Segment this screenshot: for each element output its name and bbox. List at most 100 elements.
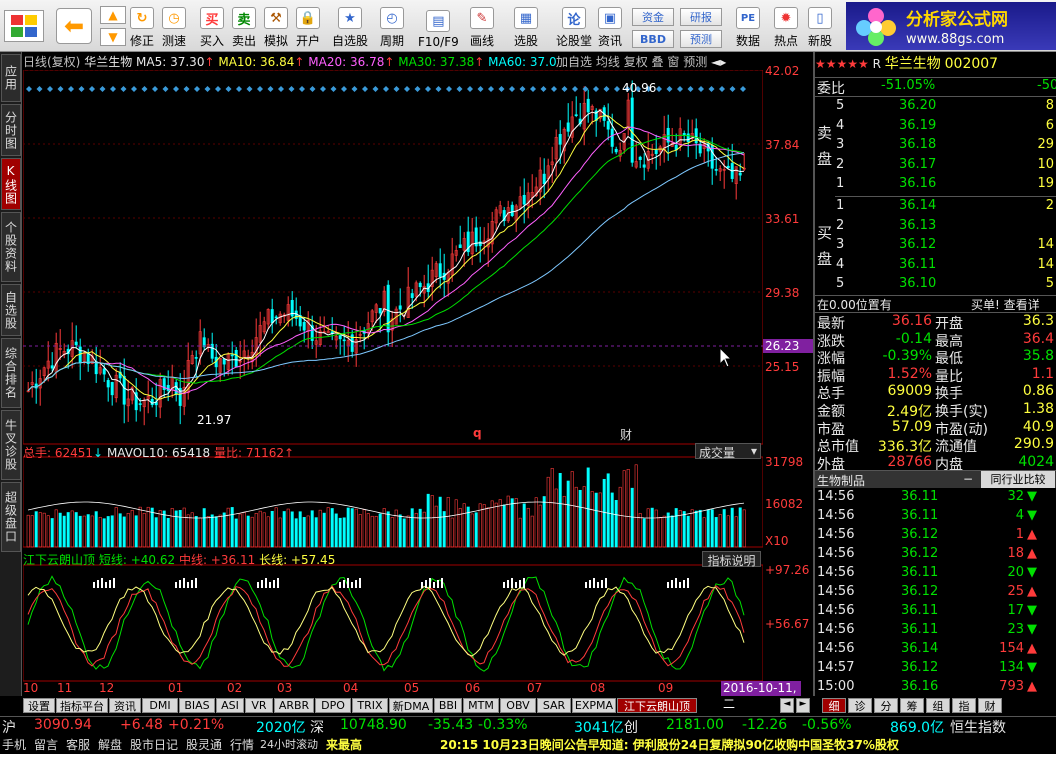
stat-row: 涨幅 -0.39% 最低 35.8 xyxy=(817,348,1054,368)
right-tab[interactable]: 分 xyxy=(874,698,898,713)
indicator-tab[interactable]: SAR xyxy=(537,698,571,713)
buy-level-row[interactable]: 4 36.11 14 xyxy=(833,257,1056,276)
window-button[interactable]: 窗 xyxy=(667,55,679,69)
sell-button[interactable]: 卖卖出 xyxy=(232,3,256,49)
volume-bar xyxy=(186,514,190,548)
indicator-tab[interactable]: EXPMA xyxy=(572,698,616,713)
footer-gulingtong[interactable]: 股灵通 xyxy=(186,736,222,753)
tab-scroll-left-icon[interactable]: ◄ xyxy=(780,698,794,713)
fund-button[interactable]: 资金 xyxy=(632,8,674,26)
menu-arrow-icon[interactable]: ◄▸ xyxy=(711,55,726,69)
indicator-tab[interactable]: VR xyxy=(245,698,273,713)
right-tab[interactable]: 财 xyxy=(978,698,1002,713)
footer-message[interactable]: 留言 xyxy=(34,736,58,753)
tab-timeshare[interactable]: 分时图 xyxy=(1,104,21,156)
sell-level-row[interactable]: 5 36.20 8 xyxy=(833,98,1056,117)
chart-area[interactable] xyxy=(23,70,763,696)
tab-apps[interactable]: 应用 xyxy=(1,54,21,102)
stock-picker-button[interactable]: ▦ 选股 xyxy=(514,3,538,49)
sell-level-row[interactable]: 3 36.18 29 xyxy=(833,137,1056,156)
bbd-button[interactable]: BBD xyxy=(632,30,674,48)
indicator-tab[interactable]: ARBR xyxy=(274,698,314,713)
forecast-menu-button[interactable]: 预测 xyxy=(683,55,707,69)
tab-scroll-right-icon[interactable]: ► xyxy=(796,698,810,713)
indicator-tab[interactable]: 江下云朗山顶 xyxy=(617,698,697,713)
industry-compare-button[interactable]: 同行业比较 xyxy=(981,471,1055,488)
down-arrow-icon[interactable]: ▼ xyxy=(100,28,126,46)
sell-level-row[interactable]: 1 36.16 19 xyxy=(833,176,1056,195)
buy-level-row[interactable]: 2 36.13 xyxy=(833,218,1056,237)
watchlist-button[interactable]: ★ 自选股 xyxy=(332,3,368,49)
tab-kline[interactable]: K线图 xyxy=(1,158,21,210)
indicator-help-button[interactable]: 指标说明 xyxy=(702,551,761,568)
research-button[interactable]: 研报 xyxy=(680,8,722,26)
buy-level-row[interactable]: 3 36.12 14 xyxy=(833,237,1056,256)
buy-button[interactable]: 买买入 xyxy=(200,3,224,49)
event-marker-finance[interactable]: 财 xyxy=(620,426,632,443)
tab-order-book[interactable]: 超级盘口 xyxy=(1,482,21,552)
right-tab[interactable]: 指 xyxy=(952,698,976,713)
fix-button[interactable]: ↻ 修正 xyxy=(130,3,154,49)
view-details-link[interactable]: 买单! 查看详 xyxy=(971,296,1040,313)
grid-icon[interactable] xyxy=(4,10,44,42)
f10-button[interactable]: ▤ F10/F9 xyxy=(418,3,459,49)
tab-diagnosis[interactable]: 牛叉诊股 xyxy=(1,410,21,480)
volume-dropdown[interactable]: 成交量 ▾ xyxy=(695,443,761,460)
volume-bar xyxy=(450,517,454,548)
footer-market[interactable]: 行情 xyxy=(230,736,254,753)
up-arrow-icon[interactable]: ▲ xyxy=(100,6,126,24)
period-label[interactable]: 日线(复权) xyxy=(23,55,80,69)
indicator-tab[interactable]: 设置 xyxy=(23,698,55,713)
right-tab[interactable]: 组 xyxy=(926,698,950,713)
period-button[interactable]: ◴ 周期 xyxy=(380,3,404,49)
back-arrow-icon[interactable]: ⬅ xyxy=(56,8,92,44)
indicator-tab[interactable]: BIAS xyxy=(179,698,215,713)
forum-button[interactable]: 论论股堂 xyxy=(556,3,592,49)
industry-expand-icon[interactable]: − xyxy=(963,472,973,486)
indicator-tab[interactable]: OBV xyxy=(500,698,536,713)
forecast-button[interactable]: 预测 xyxy=(680,30,722,48)
footer-service[interactable]: 客服 xyxy=(66,736,90,753)
right-tab[interactable]: 筹 xyxy=(900,698,924,713)
data-button[interactable]: PE 数据 xyxy=(736,3,760,49)
adjust-button[interactable]: 复权 xyxy=(624,55,648,69)
indicator-tab[interactable]: TRIX xyxy=(352,698,388,713)
buy-level-row[interactable]: 5 36.10 5 xyxy=(833,276,1056,295)
sell-level-row[interactable]: 2 36.17 10 xyxy=(833,157,1056,176)
overlay-button[interactable]: 叠 xyxy=(652,55,664,69)
indicator-tab[interactable]: 新DMA xyxy=(389,698,433,713)
footer-analysis[interactable]: 解盘 xyxy=(98,736,122,753)
tab-stock-profile[interactable]: 个股资料 xyxy=(1,212,21,282)
indicator-tab[interactable]: DMI xyxy=(142,698,178,713)
event-marker-q[interactable]: q xyxy=(473,426,482,440)
tab-ranking[interactable]: 综合排名 xyxy=(1,338,21,408)
tick-list[interactable]: 14:56 36.11 32 ▼ 14:56 36.11 4 ▼ 14:56 36.12 1 ▲ 14:… xyxy=(815,489,1056,697)
candle-body xyxy=(302,322,306,331)
sell-level-row[interactable]: 4 36.19 6 xyxy=(833,118,1056,137)
footer-diary[interactable]: 股市日记 xyxy=(130,736,178,753)
hotspot-button[interactable]: ✹ 热点 xyxy=(774,3,798,49)
buy-level-row[interactable]: 1 36.14 2 xyxy=(833,198,1056,217)
indicator-tab[interactable]: BBI xyxy=(434,698,462,713)
volume-bar xyxy=(370,515,374,548)
indicator-tab[interactable]: 指标平台 xyxy=(56,698,108,713)
tab-watchlist[interactable]: 自选股 xyxy=(1,284,21,336)
indicator-tab[interactable]: MTM xyxy=(463,698,499,713)
news-ticker[interactable]: 20:15 10月23日晚间公告早知道: 伊利股份24日复牌拟90亿收购中国圣牧… xyxy=(440,736,899,753)
open-account-button[interactable]: 🔒 开户 xyxy=(296,3,320,49)
ma-button[interactable]: 均线 xyxy=(596,55,620,69)
indicator-tab[interactable]: ASI xyxy=(216,698,244,713)
footer-mobile[interactable]: 手机 xyxy=(2,736,26,753)
speedtest-button[interactable]: ◷ 测速 xyxy=(162,3,186,49)
indicator-tab[interactable]: DPO xyxy=(315,698,351,713)
right-tab[interactable]: 诊 xyxy=(848,698,872,713)
new-stock-button[interactable]: ▯ 新股 xyxy=(808,3,832,49)
add-watch-button[interactable]: 加自选 xyxy=(556,55,592,69)
footer-rolling[interactable]: 24小时滚动 xyxy=(260,736,318,752)
indicator-tab[interactable]: 资讯 xyxy=(109,698,141,713)
news-button[interactable]: ▣ 资讯 xyxy=(598,3,622,49)
right-tab[interactable]: 细 xyxy=(822,698,846,713)
simulate-button[interactable]: ⚒ 模拟 xyxy=(264,3,288,49)
draw-line-button[interactable]: ✎ 画线 xyxy=(470,3,494,49)
volume-bar xyxy=(242,512,246,548)
